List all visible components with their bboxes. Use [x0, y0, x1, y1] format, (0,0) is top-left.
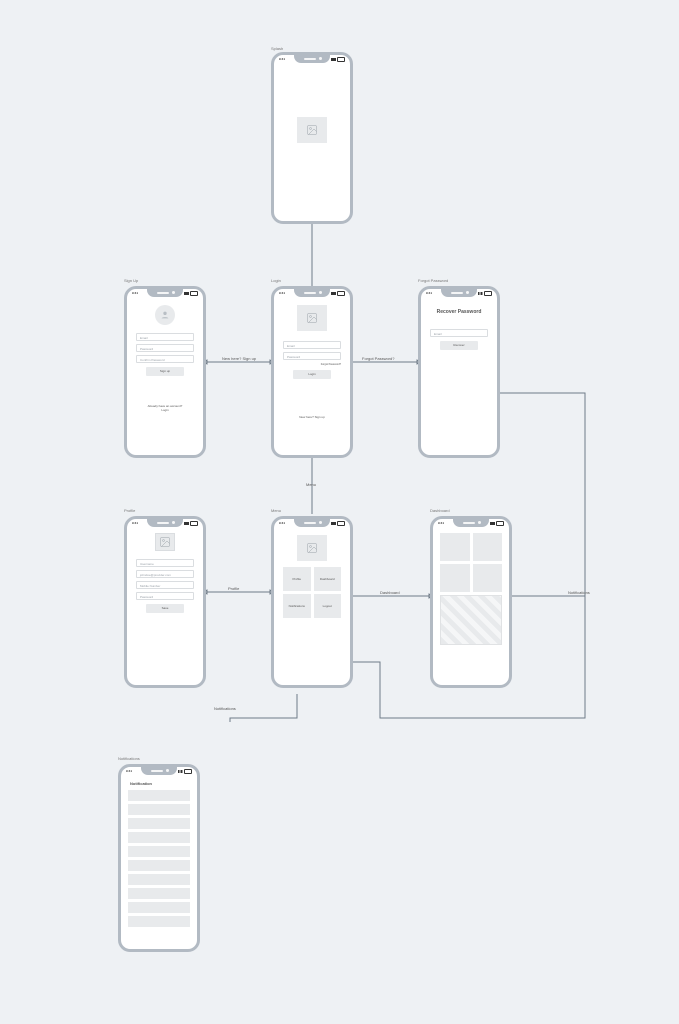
status-bar: 9:41	[130, 520, 200, 527]
label-menu-link: Menu	[306, 482, 316, 487]
signup-footer-login-link[interactable]: Login	[130, 408, 200, 412]
notification-row[interactable]	[128, 888, 190, 899]
screen-profile: 9:41 Username johndoe@provider.com Mobil…	[124, 516, 206, 688]
recover-title: Recover Password	[424, 309, 494, 315]
confirm-password-field[interactable]: Confirm Password	[136, 355, 194, 363]
status-time: 9:41	[279, 521, 285, 525]
wireframe-flow-canvas: New here? Sign up Forgot Password? Menu …	[0, 0, 679, 1024]
notification-row[interactable]	[128, 902, 190, 913]
mobile-field[interactable]: Mobile Number	[136, 581, 194, 589]
profile-image[interactable]	[155, 533, 175, 551]
screen-label-splash: Splash	[271, 46, 283, 51]
dashboard-card-4[interactable]	[473, 564, 503, 592]
status-bar: 9:41	[277, 290, 347, 297]
dashboard-card-3[interactable]	[440, 564, 470, 592]
notification-row[interactable]	[128, 846, 190, 857]
status-bar: 9:41	[436, 520, 506, 527]
status-icons	[490, 521, 504, 526]
status-time: 9:41	[279, 291, 285, 295]
status-time: 9:41	[426, 291, 432, 295]
screen-label-forgot: Forgot Password	[418, 278, 448, 283]
status-bar: 9:41	[124, 768, 194, 775]
screen-label-login: Login	[271, 278, 281, 283]
status-bar: 9:41	[130, 290, 200, 297]
forgot-password-link[interactable]: Forgot Password?	[283, 363, 341, 366]
screen-label-profile: Profile	[124, 508, 135, 513]
screen-label-dashboard: Dashboard	[430, 508, 450, 513]
avatar-placeholder	[155, 305, 175, 325]
status-icons	[178, 769, 192, 774]
screen-login: 9:41 Email Password Forgot Password? Log…	[271, 286, 353, 458]
signup-button[interactable]: Sign up	[146, 367, 184, 376]
password-field[interactable]: Password	[136, 592, 194, 600]
label-forgot-link: Forgot Password?	[362, 356, 394, 361]
label-dashboard-link: Dashboard	[380, 590, 400, 595]
screen-forgot-password: 9:41 Recover Password Email Recover	[418, 286, 500, 458]
dashboard-card-2[interactable]	[473, 533, 503, 561]
menu-tile-logout[interactable]: Logout	[314, 594, 342, 618]
login-logo	[297, 305, 327, 331]
save-button[interactable]: Save	[146, 604, 184, 613]
screen-dashboard: 9:41	[430, 516, 512, 688]
username-field[interactable]: Username	[136, 559, 194, 567]
label-notifications-link: Notifications	[214, 706, 236, 711]
status-time: 9:41	[279, 57, 285, 61]
notification-row[interactable]	[128, 818, 190, 829]
menu-logo	[297, 535, 327, 561]
status-time: 9:41	[132, 291, 138, 295]
login-footer-signup-link[interactable]: New here? Sign up	[277, 415, 347, 419]
status-time: 9:41	[132, 521, 138, 525]
login-button[interactable]: Login	[293, 370, 331, 379]
label-profile-link: Profile	[228, 586, 239, 591]
notification-row[interactable]	[128, 916, 190, 927]
user-icon	[160, 310, 170, 320]
notifications-title: Notification	[130, 781, 188, 786]
status-time: 9:41	[438, 521, 444, 525]
status-icons	[478, 291, 492, 296]
email-field[interactable]: Email	[136, 333, 194, 341]
splash-logo	[297, 117, 327, 143]
password-field[interactable]: Password	[283, 352, 341, 360]
status-icons	[184, 291, 198, 296]
recover-button[interactable]: Recover	[440, 341, 478, 350]
status-icons	[331, 521, 345, 526]
status-icons	[184, 521, 198, 526]
status-icons	[331, 291, 345, 296]
screen-notifications: 9:41 Notification	[118, 764, 200, 952]
notification-row[interactable]	[128, 790, 190, 801]
dashboard-card-1[interactable]	[440, 533, 470, 561]
status-bar: 9:41	[424, 290, 494, 297]
image-icon	[306, 312, 318, 324]
email-field[interactable]: Email	[283, 341, 341, 349]
screen-signup: 9:41 Email Password Confirm Password Sig…	[124, 286, 206, 458]
notification-row[interactable]	[128, 860, 190, 871]
dashboard-map[interactable]	[440, 595, 502, 645]
status-bar: 9:41	[277, 56, 347, 63]
screen-menu: 9:41 Profile Dashboard Notifications Log…	[271, 516, 353, 688]
menu-tile-notifications[interactable]: Notifications	[283, 594, 311, 618]
image-icon	[306, 542, 318, 554]
status-time: 9:41	[126, 769, 132, 773]
email-field[interactable]: Email	[430, 329, 488, 337]
status-bar: 9:41	[277, 520, 347, 527]
notification-row[interactable]	[128, 804, 190, 815]
email-field[interactable]: johndoe@provider.com	[136, 570, 194, 578]
screen-label-signup: Sign Up	[124, 278, 138, 283]
screen-splash: 9:41	[271, 52, 353, 224]
label-signup-link: New here? Sign up	[222, 356, 256, 361]
image-icon	[159, 536, 171, 548]
notification-row[interactable]	[128, 874, 190, 885]
status-icons	[331, 57, 345, 62]
image-icon	[306, 124, 318, 136]
menu-tile-dashboard[interactable]: Dashboard	[314, 567, 342, 591]
label-notifications-link-2: Notifications	[568, 590, 590, 595]
notification-row[interactable]	[128, 832, 190, 843]
screen-label-menu: Menu	[271, 508, 281, 513]
menu-tile-profile[interactable]: Profile	[283, 567, 311, 591]
screen-label-notifications: Notifications	[118, 756, 140, 761]
password-field[interactable]: Password	[136, 344, 194, 352]
